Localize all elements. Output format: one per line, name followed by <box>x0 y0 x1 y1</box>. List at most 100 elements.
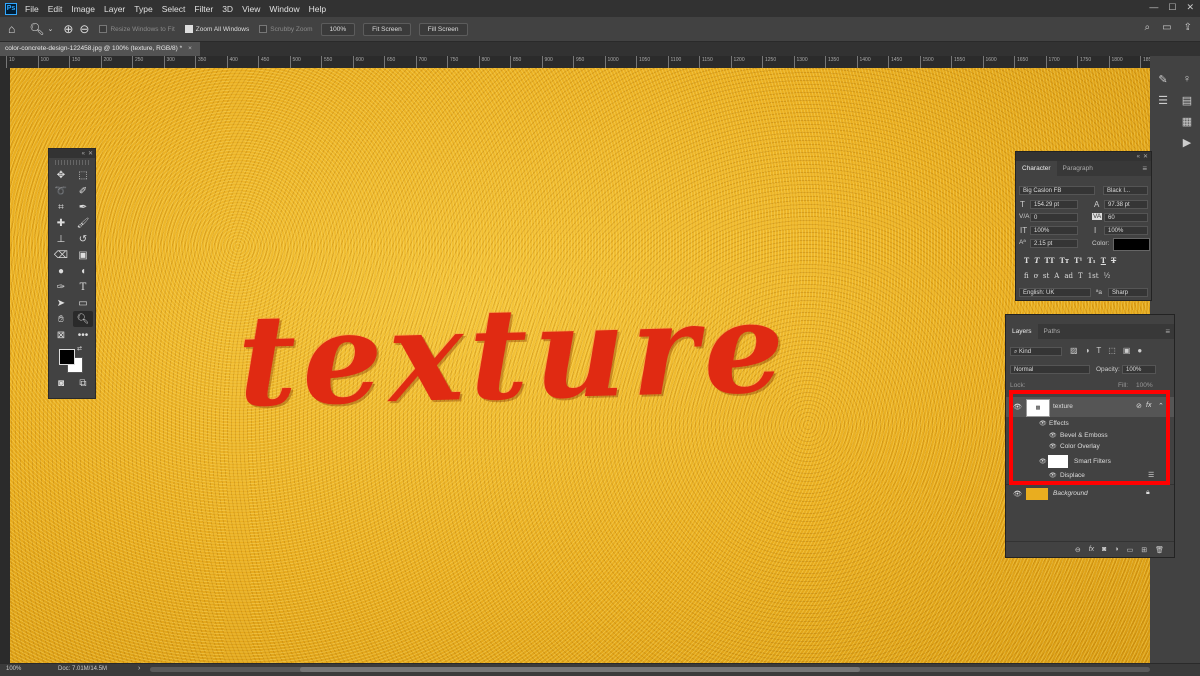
history-brush-tool-icon[interactable]: ↺ <box>73 231 93 247</box>
adjustment-layer-icon[interactable]: ◑ <box>1114 546 1118 553</box>
collapse-icon[interactable]: « <box>1137 154 1140 160</box>
menu-view[interactable]: View <box>242 4 260 14</box>
healing-tool-icon[interactable]: ✚ <box>51 215 71 231</box>
panel-menu-icon[interactable]: ≡ <box>1142 164 1147 173</box>
close-tab-icon[interactable]: × <box>188 45 192 52</box>
zoom-out-icon[interactable]: ⊖ <box>79 22 89 36</box>
tab-paths[interactable]: Paths <box>1038 324 1067 339</box>
zoom-tool-selected-icon[interactable]: 🔍︎ <box>73 311 93 327</box>
stylistic-alternates-button[interactable]: A <box>1054 272 1059 280</box>
pen-tool-icon[interactable]: ✑ <box>51 279 71 295</box>
eyedropper-tool-icon[interactable]: ✒ <box>73 199 93 215</box>
minimize-icon[interactable]: — <box>1149 2 1158 13</box>
font-family-select[interactable]: Big Caslon FB <box>1019 186 1095 195</box>
font-size-field[interactable]: 154.29 pt <box>1030 200 1078 209</box>
shape-filter-icon[interactable]: ⬚ <box>1108 346 1116 355</box>
brush-tool-icon[interactable]: 🖌︎ <box>73 215 93 231</box>
fractions-button[interactable]: ½ <box>1104 272 1111 280</box>
frame-tool-icon[interactable]: ⊠ <box>51 327 71 343</box>
chevron-down-icon[interactable]: ⌄ <box>47 25 53 33</box>
gradient-tool-icon[interactable]: ▣ <box>73 247 93 263</box>
faux-italic-button[interactable]: T <box>1034 256 1039 265</box>
menu-file[interactable]: File <box>25 4 39 14</box>
move-tool-icon[interactable]: ✥ <box>51 167 71 183</box>
zoom-tool-icon[interactable]: 🔍︎ <box>29 22 44 36</box>
play-icon[interactable]: ▶ <box>1178 133 1196 151</box>
ordinals-button[interactable]: T <box>1078 272 1083 280</box>
dodge-tool-icon[interactable]: ◖ <box>73 263 93 279</box>
toolbox-grip[interactable] <box>55 160 89 165</box>
menu-type[interactable]: Type <box>134 4 152 14</box>
baseline-shift-field[interactable]: 2.15 pt <box>1030 239 1078 248</box>
more-tools-icon[interactable]: ••• <box>73 327 93 343</box>
marquee-tool-icon[interactable]: ⬚ <box>73 167 93 183</box>
menu-3d[interactable]: 3D <box>222 4 233 14</box>
hand-tool-icon[interactable]: ✋︎ <box>51 311 71 327</box>
horizontal-scale-field[interactable]: 100% <box>1104 226 1148 235</box>
leading-field[interactable]: 97.38 pt <box>1104 200 1148 209</box>
search-icon[interactable]: ⌕ <box>1145 22 1151 33</box>
ligatures-button[interactable]: fi <box>1024 272 1029 280</box>
vertical-scale-field[interactable]: 100% <box>1030 226 1078 235</box>
language-select[interactable]: English: UK <box>1019 288 1091 297</box>
collapse-icon[interactable]: « <box>82 151 85 157</box>
antialias-select[interactable]: Sharp <box>1108 288 1148 297</box>
discretionary-ligatures-button[interactable]: ơ <box>1034 272 1038 280</box>
rectangle-tool-icon[interactable]: ▭ <box>73 295 93 311</box>
close-icon[interactable]: ✕ <box>1143 153 1148 160</box>
layer-row-background[interactable]: 👁︎ Background 🔒︎ <box>1006 484 1174 503</box>
ordinal-button[interactable]: 1st <box>1088 272 1099 280</box>
menu-select[interactable]: Select <box>162 4 186 14</box>
zoom-all-windows-checkbox[interactable]: Zoom All Windows <box>184 25 249 33</box>
path-select-tool-icon[interactable]: ➤ <box>51 295 71 311</box>
delete-layer-icon[interactable]: 🗑︎ <box>1155 546 1164 554</box>
layer-filter-select[interactable]: ⌕ Kind <box>1010 347 1062 356</box>
scrollbar-thumb[interactable] <box>300 667 860 672</box>
blend-mode-select[interactable]: Normal <box>1010 365 1090 374</box>
maximize-icon[interactable]: ☐ <box>1168 2 1176 13</box>
text-color-swatch[interactable] <box>1113 238 1150 251</box>
superscript-button[interactable]: T¹ <box>1074 256 1082 265</box>
tracking-field[interactable]: 60 <box>1104 213 1148 222</box>
smart-object-filter-icon[interactable]: ▣ <box>1123 346 1131 355</box>
kerning-field[interactable]: 0 <box>1030 213 1078 222</box>
adjustment-filter-icon[interactable]: ◑ <box>1085 346 1090 355</box>
resize-windows-checkbox[interactable]: Resize Windows to Fit <box>99 25 175 33</box>
adjust-icon[interactable]: ☰ <box>1154 91 1172 109</box>
close-icon[interactable]: ✕ <box>88 150 93 157</box>
fit-screen-button[interactable]: Fit Screen <box>363 22 411 36</box>
tab-character[interactable]: Character <box>1016 161 1057 176</box>
tab-layers[interactable]: Layers <box>1006 324 1038 339</box>
link-layers-icon[interactable]: ⊖ <box>1075 546 1081 554</box>
swap-colors-icon[interactable]: ⇄ <box>77 345 82 352</box>
panel-menu-icon[interactable]: ≡ <box>1165 327 1170 336</box>
underline-button[interactable]: T <box>1101 256 1106 265</box>
lasso-tool-icon[interactable]: ➰ <box>51 183 71 199</box>
blur-tool-icon[interactable]: ● <box>51 263 71 279</box>
swash-button[interactable]: st <box>1043 272 1049 280</box>
status-zoom[interactable]: 100% <box>6 666 21 672</box>
screen-mode-icon[interactable]: ⧉ <box>73 375 93 391</box>
new-group-icon[interactable]: ▭ <box>1127 546 1134 554</box>
type-tool-icon[interactable]: T <box>73 279 93 295</box>
share-icon[interactable]: ⇪ <box>1184 22 1192 33</box>
history-icon[interactable]: ▦ <box>1178 112 1196 130</box>
tab-paragraph[interactable]: Paragraph <box>1057 161 1099 176</box>
menu-filter[interactable]: Filter <box>194 4 213 14</box>
add-mask-icon[interactable]: ◙ <box>1102 546 1106 553</box>
crop-tool-icon[interactable]: ⌗ <box>51 199 71 215</box>
canvas[interactable]: texture <box>10 68 1150 663</box>
menu-layer[interactable]: Layer <box>104 4 125 14</box>
close-icon[interactable]: ✕ <box>1186 2 1194 13</box>
zoom-100-button[interactable]: 100% <box>320 22 356 36</box>
titling-alternates-button[interactable]: ad <box>1064 272 1073 280</box>
type-filter-icon[interactable]: T <box>1096 346 1101 355</box>
quick-mask-icon[interactable]: ◙ <box>51 375 71 391</box>
fill-screen-button[interactable]: Fill Screen <box>418 22 468 36</box>
learn-icon[interactable]: ♀ <box>1178 70 1196 88</box>
eraser-tool-icon[interactable]: ⌫ <box>51 247 71 263</box>
brush-settings-icon[interactable]: ✎ <box>1154 70 1172 88</box>
foreground-color-swatch[interactable] <box>59 349 75 365</box>
strikethrough-button[interactable]: T <box>1111 256 1116 265</box>
font-style-select[interactable]: Black I... <box>1103 186 1148 195</box>
